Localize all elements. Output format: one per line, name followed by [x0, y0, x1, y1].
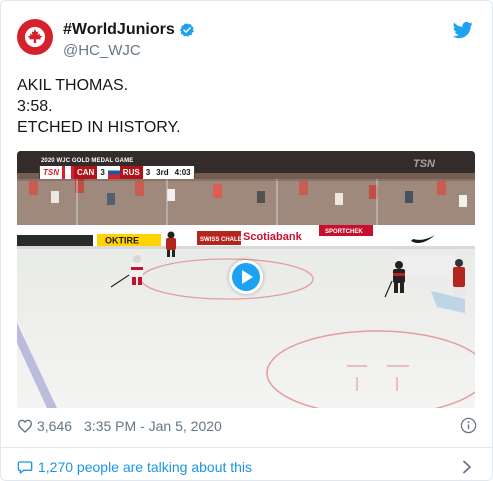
twitter-bird-icon[interactable]	[453, 20, 473, 40]
board-ad-text: Scotiabank	[243, 231, 303, 243]
scorebug-away-score: 3	[142, 166, 154, 179]
maple-leaf-icon	[24, 26, 46, 48]
tweet-line: 3:58.	[17, 98, 53, 115]
board-ad-text: SWISS CHALET	[200, 237, 246, 243]
board-ad-text: OKTIRE	[105, 236, 139, 246]
embedded-tweet-card: #WorldJuniors @HC_WJC AKIL THOMAS. 3:58.…	[0, 0, 493, 481]
tweet-text: AKIL THOMAS. 3:58. ETCHED IN HISTORY.	[17, 75, 181, 138]
verified-badge-icon	[179, 23, 194, 37]
scorebug-clock: 4:03	[171, 166, 194, 179]
display-name[interactable]: #WorldJuniors	[63, 21, 195, 39]
conversation-link[interactable]: 1,270 people are talking about this	[17, 456, 477, 478]
scorebug-network: TSN	[40, 166, 62, 179]
display-name-text[interactable]: #WorldJuniors	[63, 21, 175, 39]
scorebug: TSN CAN 3 RUS 3 3rd 4:03	[39, 166, 195, 179]
chevron-right-icon[interactable]	[461, 460, 473, 474]
tweet-line: ETCHED IN HISTORY.	[17, 119, 181, 136]
tweet-line: AKIL THOMAS.	[17, 77, 129, 94]
broadcast-title: 2020 WJC GOLD MEDAL GAME	[41, 158, 134, 164]
divider	[1, 447, 492, 448]
account-names[interactable]: #WorldJuniors @HC_WJC	[63, 21, 195, 60]
tweet-meta: 3,646 3:35 PM - Jan 5, 2020	[17, 416, 477, 436]
board-ad-text: SPORTCHEK	[325, 229, 363, 235]
scorebug-home-score: 3	[97, 166, 108, 179]
scorebug-away-team: RUS	[119, 166, 143, 179]
info-icon[interactable]	[460, 417, 477, 434]
heart-icon[interactable]	[17, 418, 33, 434]
scorebug-period: 3rd	[153, 166, 172, 179]
canada-flag-icon	[62, 166, 74, 179]
conversation-label[interactable]: 1,270 people are talking about this	[38, 459, 252, 475]
scorebug-home-team: CAN	[74, 166, 98, 179]
avatar[interactable]	[17, 19, 53, 55]
play-icon	[242, 270, 253, 284]
video-player[interactable]: OKTIRE SWISS CHALET Scotiabank SPORTCHEK	[17, 151, 475, 408]
tweet-header: #WorldJuniors @HC_WJC	[1, 1, 492, 71]
speech-bubble-icon	[17, 461, 33, 474]
like-count[interactable]: 3,646	[37, 418, 72, 434]
tweet-timestamp[interactable]: 3:35 PM - Jan 5, 2020	[84, 418, 222, 434]
account-handle[interactable]: @HC_WJC	[63, 42, 195, 60]
play-button[interactable]	[229, 260, 263, 294]
network-watermark: TSN	[413, 158, 436, 170]
russia-flag-icon	[107, 166, 120, 179]
